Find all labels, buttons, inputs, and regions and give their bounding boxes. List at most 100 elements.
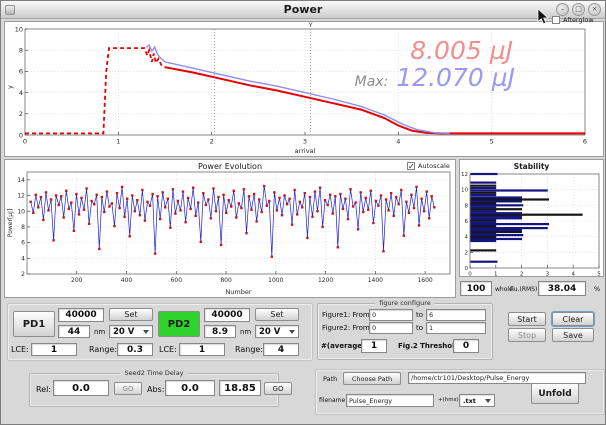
figure1-from-field[interactable]: 0 [369,309,413,321]
svg-text:12: 12 [17,193,25,200]
seed2-group-legend: Seed2 Time Delay [120,369,187,377]
svg-text:arrival: arrival [295,147,316,155]
titlebar[interactable]: Power – □ × [1,1,605,19]
choose-path-button[interactable]: Choose Path [343,372,401,385]
figure-configure-legend: figure configure [375,299,434,307]
max-label: Max: [355,74,389,90]
figure2-from-field[interactable]: 0 [369,322,413,334]
power-window: Power – □ × 01234560246810Yarrivaly 8.00… [0,0,606,425]
svg-text:200: 200 [71,277,83,284]
figure2-to-field[interactable]: 1 [426,322,486,334]
threshold-field[interactable]: 0 [453,339,479,353]
evolution-plot-canvas: 20040060080010001200140016002468101214Nu… [5,160,455,297]
chevron-down-icon [143,330,149,334]
path-label: Path [323,375,337,383]
svg-text:y: y [6,85,14,89]
stop-button[interactable]: Stop [508,328,546,342]
stability-plot-canvas: 012345024681012 [460,160,603,276]
svg-text:2: 2 [19,110,23,118]
rel-label: Rel: [36,385,51,394]
pd2-nm-label: nm [240,328,251,336]
pd2-voltage-select[interactable]: 20 V [255,325,299,338]
svg-text:5: 5 [597,272,601,277]
evolution-plot-panel: 20040060080010001200140016002468101214Nu… [4,159,456,298]
maximize-icon[interactable]: □ [572,3,585,16]
svg-text:2: 2 [210,138,214,146]
pd1-voltage-select[interactable]: 20 V [109,325,153,338]
abs-position-field[interactable]: 18.85 [219,380,261,396]
rms-value-field[interactable]: 38.04 [538,281,586,296]
svg-text:1000: 1000 [268,277,283,284]
svg-text:600: 600 [171,277,183,284]
afterglow-label: Afterglow [563,16,594,24]
svg-text:Power[µJ]: Power[µJ] [7,209,14,237]
unfold-button[interactable]: Unfold [531,383,579,404]
svg-text:1400: 1400 [368,277,383,284]
app-icon [5,5,15,15]
autoscale-checkbox[interactable]: Autoscale [407,162,450,170]
svg-text:2: 2 [465,250,469,256]
afterglow-checkbox[interactable]: Afterglow [552,16,594,24]
pd1-count-field[interactable]: 40000 [58,308,104,322]
current-energy-unit: µJ [490,36,513,65]
svg-text:12: 12 [461,172,468,178]
abs-delay-field[interactable]: 0.0 [165,380,215,396]
svg-text:0: 0 [23,138,27,146]
start-button[interactable]: Start [508,312,546,326]
afterglow-checkbox-box[interactable] [552,16,560,24]
stability-plot-panel: 012345024681012 Stability [459,159,604,277]
svg-text:6: 6 [583,138,587,146]
svg-text:3: 3 [303,138,307,146]
max-energy-readout: Max: 12.070 µJ [355,63,515,92]
stability-count-field[interactable]: 100 [460,281,492,296]
pd1-range-field[interactable]: 0.3 [117,343,153,356]
figure1-to-label: to [416,311,423,319]
evolution-plot-title: Power Evolution [5,162,455,171]
svg-text:2: 2 [520,272,524,277]
pd2-voltage-value: 20 V [259,327,280,337]
close-icon[interactable]: × [588,3,601,16]
extension-value: .txt [463,397,476,405]
hms-suffix-label: +(hms) [438,397,459,403]
pd2-lce-label: LCE: [159,345,177,354]
abs-go-button[interactable]: GO [264,382,292,395]
svg-text:2: 2 [21,271,25,278]
svg-text:0: 0 [19,131,23,139]
pd1-wavelength-field[interactable]: 44 [58,325,90,338]
svg-text:6: 6 [19,68,23,76]
pd2-lce-field[interactable]: 1 [179,343,225,356]
svg-text:Y: Y [308,22,313,29]
svg-text:3: 3 [546,272,550,277]
svg-text:1: 1 [116,138,120,146]
pd1-nm-label: nm [94,328,105,336]
pd1-voltage-value: 20 V [113,327,134,337]
pd2-set-button[interactable]: Set [255,308,299,321]
figure1-from-label: Figure1: From [322,311,370,319]
pd1-set-button[interactable]: Set [109,308,153,321]
abs-label: Abs: [147,385,164,394]
pd2-wavelength-field[interactable]: 8.9 [204,325,236,338]
autoscale-checkbox-box[interactable] [407,162,415,170]
svg-text:5: 5 [490,138,494,146]
filename-field[interactable]: Pulse_Energy [346,394,434,407]
rel-delay-field[interactable]: 0.0 [53,380,109,396]
svg-text:0: 0 [465,266,469,272]
figure1-to-field[interactable]: 6 [426,309,486,321]
pd2-button[interactable]: PD2 [158,311,200,337]
pd1-lce-field[interactable]: 1 [31,343,77,356]
pd2-count-field[interactable]: 40000 [204,308,250,322]
minimize-icon[interactable]: – [556,3,569,16]
svg-text:8: 8 [21,224,25,231]
extension-select[interactable]: .txt [459,394,495,407]
rel-go-button[interactable]: GO [114,382,142,395]
save-button[interactable]: Save [552,328,594,342]
figure2-from-label: Figure2: From [322,324,370,332]
svg-text:14: 14 [17,177,25,184]
average-field[interactable]: 1 [361,339,387,353]
pd1-button[interactable]: PD1 [13,311,55,337]
pd2-range-field[interactable]: 4 [263,343,299,356]
figure2-to-label: to [416,324,423,332]
stability-plot-title: Stability [460,162,603,171]
clear-button[interactable]: Clear [552,312,594,326]
svg-text:4: 4 [571,272,575,277]
